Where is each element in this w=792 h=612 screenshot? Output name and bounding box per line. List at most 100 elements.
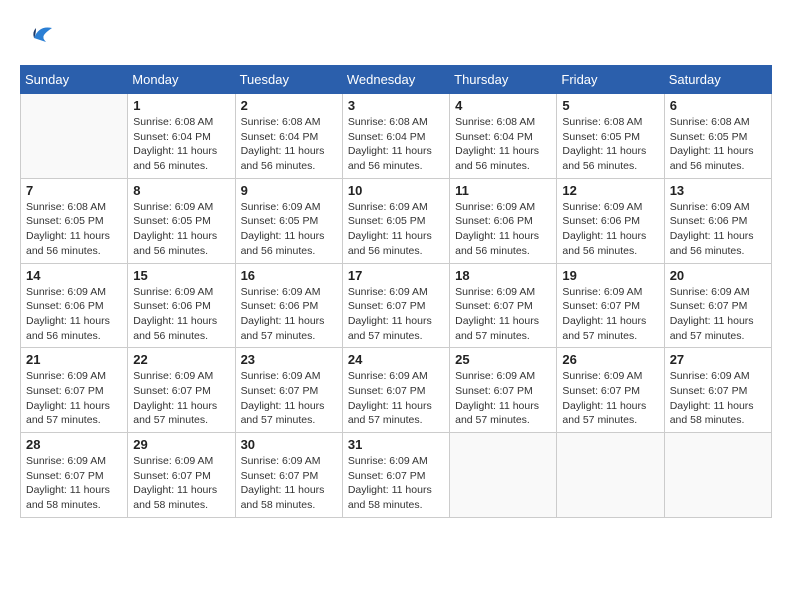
calendar-week-row: 28 Sunrise: 6:09 AM Sunset: 6:07 PM Dayli… [21, 433, 772, 518]
calendar-cell: 28 Sunrise: 6:09 AM Sunset: 6:07 PM Dayli… [21, 433, 128, 518]
day-number: 29 [133, 437, 229, 452]
day-info: Sunrise: 6:08 AM Sunset: 6:04 PM Dayligh… [348, 115, 444, 174]
day-number: 17 [348, 268, 444, 283]
weekday-header-friday: Friday [557, 66, 664, 94]
day-number: 1 [133, 98, 229, 113]
day-info: Sunrise: 6:09 AM Sunset: 6:06 PM Dayligh… [670, 200, 766, 259]
calendar-cell [21, 94, 128, 179]
day-number: 15 [133, 268, 229, 283]
day-info: Sunrise: 6:09 AM Sunset: 6:07 PM Dayligh… [133, 454, 229, 513]
calendar-body: 1 Sunrise: 6:08 AM Sunset: 6:04 PM Daylig… [21, 94, 772, 518]
calendar-cell: 24 Sunrise: 6:09 AM Sunset: 6:07 PM Dayli… [342, 348, 449, 433]
day-info: Sunrise: 6:08 AM Sunset: 6:04 PM Dayligh… [133, 115, 229, 174]
calendar-week-row: 14 Sunrise: 6:09 AM Sunset: 6:06 PM Dayli… [21, 263, 772, 348]
day-info: Sunrise: 6:09 AM Sunset: 6:07 PM Dayligh… [670, 369, 766, 428]
day-info: Sunrise: 6:09 AM Sunset: 6:06 PM Dayligh… [133, 285, 229, 344]
day-info: Sunrise: 6:09 AM Sunset: 6:07 PM Dayligh… [348, 369, 444, 428]
calendar-cell: 17 Sunrise: 6:09 AM Sunset: 6:07 PM Dayli… [342, 263, 449, 348]
weekday-header-wednesday: Wednesday [342, 66, 449, 94]
day-number: 5 [562, 98, 658, 113]
day-info: Sunrise: 6:09 AM Sunset: 6:06 PM Dayligh… [455, 200, 551, 259]
calendar-week-row: 21 Sunrise: 6:09 AM Sunset: 6:07 PM Dayli… [21, 348, 772, 433]
calendar-cell: 25 Sunrise: 6:09 AM Sunset: 6:07 PM Dayli… [450, 348, 557, 433]
day-info: Sunrise: 6:09 AM Sunset: 6:06 PM Dayligh… [562, 200, 658, 259]
day-number: 8 [133, 183, 229, 198]
day-number: 9 [241, 183, 337, 198]
calendar-cell [557, 433, 664, 518]
weekday-header-tuesday: Tuesday [235, 66, 342, 94]
day-info: Sunrise: 6:08 AM Sunset: 6:05 PM Dayligh… [562, 115, 658, 174]
calendar-cell: 31Sunrise: 6:09 AM Sunset: 6:07 PM Dayli… [342, 433, 449, 518]
day-number: 4 [455, 98, 551, 113]
calendar-cell: 9 Sunrise: 6:09 AM Sunset: 6:05 PM Daylig… [235, 178, 342, 263]
calendar-cell [450, 433, 557, 518]
day-number: 16 [241, 268, 337, 283]
day-info: Sunrise: 6:09 AM Sunset: 6:07 PM Dayligh… [133, 369, 229, 428]
day-number: 21 [26, 352, 122, 367]
day-number: 31 [348, 437, 444, 452]
weekday-header-saturday: Saturday [664, 66, 771, 94]
day-info: Sunrise: 6:09 AM Sunset: 6:07 PM Dayligh… [562, 285, 658, 344]
calendar-cell: 7 Sunrise: 6:08 AM Sunset: 6:05 PM Daylig… [21, 178, 128, 263]
calendar-cell: 11 Sunrise: 6:09 AM Sunset: 6:06 PM Dayli… [450, 178, 557, 263]
calendar-cell: 14 Sunrise: 6:09 AM Sunset: 6:06 PM Dayli… [21, 263, 128, 348]
calendar-cell: 5 Sunrise: 6:08 AM Sunset: 6:05 PM Daylig… [557, 94, 664, 179]
calendar-cell: 12 Sunrise: 6:09 AM Sunset: 6:06 PM Dayli… [557, 178, 664, 263]
calendar-header: SundayMondayTuesdayWednesdayThursdayFrid… [21, 66, 772, 94]
calendar-cell: 27 Sunrise: 6:09 AM Sunset: 6:07 PM Dayli… [664, 348, 771, 433]
day-number: 12 [562, 183, 658, 198]
day-number: 25 [455, 352, 551, 367]
day-info: Sunrise: 6:09 AM Sunset: 6:07 PM Dayligh… [670, 285, 766, 344]
calendar-cell: 10Sunrise: 6:09 AM Sunset: 6:05 PM Dayli… [342, 178, 449, 263]
calendar-week-row: 1 Sunrise: 6:08 AM Sunset: 6:04 PM Daylig… [21, 94, 772, 179]
day-number: 20 [670, 268, 766, 283]
calendar-cell: 26 Sunrise: 6:09 AM Sunset: 6:07 PM Dayli… [557, 348, 664, 433]
day-info: Sunrise: 6:08 AM Sunset: 6:04 PM Dayligh… [241, 115, 337, 174]
calendar-cell: 2 Sunrise: 6:08 AM Sunset: 6:04 PM Daylig… [235, 94, 342, 179]
calendar-cell: 29 Sunrise: 6:09 AM Sunset: 6:07 PM Dayli… [128, 433, 235, 518]
calendar-table: SundayMondayTuesdayWednesdayThursdayFrid… [20, 65, 772, 518]
day-info: Sunrise: 6:09 AM Sunset: 6:05 PM Dayligh… [241, 200, 337, 259]
day-info: Sunrise: 6:08 AM Sunset: 6:04 PM Dayligh… [455, 115, 551, 174]
calendar-cell: 18 Sunrise: 6:09 AM Sunset: 6:07 PM Dayli… [450, 263, 557, 348]
day-number: 24 [348, 352, 444, 367]
day-number: 26 [562, 352, 658, 367]
day-info: Sunrise: 6:08 AM Sunset: 6:05 PM Dayligh… [26, 200, 122, 259]
weekday-header-row: SundayMondayTuesdayWednesdayThursdayFrid… [21, 66, 772, 94]
calendar-cell: 20 Sunrise: 6:09 AM Sunset: 6:07 PM Dayli… [664, 263, 771, 348]
calendar-cell: 23 Sunrise: 6:09 AM Sunset: 6:07 PM Dayli… [235, 348, 342, 433]
day-number: 3 [348, 98, 444, 113]
day-info: Sunrise: 6:09 AM Sunset: 6:06 PM Dayligh… [241, 285, 337, 344]
day-number: 23 [241, 352, 337, 367]
day-info: Sunrise: 6:09 AM Sunset: 6:07 PM Dayligh… [455, 285, 551, 344]
calendar-cell: 3 Sunrise: 6:08 AM Sunset: 6:04 PM Daylig… [342, 94, 449, 179]
day-number: 6 [670, 98, 766, 113]
day-info: Sunrise: 6:09 AM Sunset: 6:07 PM Dayligh… [241, 369, 337, 428]
weekday-header-monday: Monday [128, 66, 235, 94]
day-info: Sunrise: 6:08 AM Sunset: 6:05 PM Dayligh… [670, 115, 766, 174]
calendar-week-row: 7 Sunrise: 6:08 AM Sunset: 6:05 PM Daylig… [21, 178, 772, 263]
day-number: 28 [26, 437, 122, 452]
day-info: Sunrise: 6:09 AM Sunset: 6:07 PM Dayligh… [26, 454, 122, 513]
day-number: 27 [670, 352, 766, 367]
day-info: Sunrise: 6:09 AM Sunset: 6:07 PM Dayligh… [455, 369, 551, 428]
day-number: 14 [26, 268, 122, 283]
day-info: Sunrise: 6:09 AM Sunset: 6:06 PM Dayligh… [26, 285, 122, 344]
day-info: Sunrise: 6:09 AM Sunset: 6:07 PM Dayligh… [348, 285, 444, 344]
day-info: Sunrise: 6:09 AM Sunset: 6:07 PM Dayligh… [26, 369, 122, 428]
calendar-cell: 8 Sunrise: 6:09 AM Sunset: 6:05 PM Daylig… [128, 178, 235, 263]
day-number: 7 [26, 183, 122, 198]
calendar-cell: 4 Sunrise: 6:08 AM Sunset: 6:04 PM Daylig… [450, 94, 557, 179]
calendar-cell: 15 Sunrise: 6:09 AM Sunset: 6:06 PM Dayli… [128, 263, 235, 348]
day-number: 2 [241, 98, 337, 113]
calendar-cell: 22 Sunrise: 6:09 AM Sunset: 6:07 PM Dayli… [128, 348, 235, 433]
calendar-cell: 16 Sunrise: 6:09 AM Sunset: 6:06 PM Dayli… [235, 263, 342, 348]
logo-bird-icon [24, 20, 54, 55]
day-info: Sunrise: 6:09 AM Sunset: 6:07 PM Dayligh… [562, 369, 658, 428]
calendar-cell: 21 Sunrise: 6:09 AM Sunset: 6:07 PM Dayli… [21, 348, 128, 433]
day-info: Sunrise: 6:09 AM Sunset: 6:05 PM Dayligh… [133, 200, 229, 259]
day-number: 22 [133, 352, 229, 367]
day-number: 19 [562, 268, 658, 283]
day-number: 18 [455, 268, 551, 283]
day-number: 11 [455, 183, 551, 198]
